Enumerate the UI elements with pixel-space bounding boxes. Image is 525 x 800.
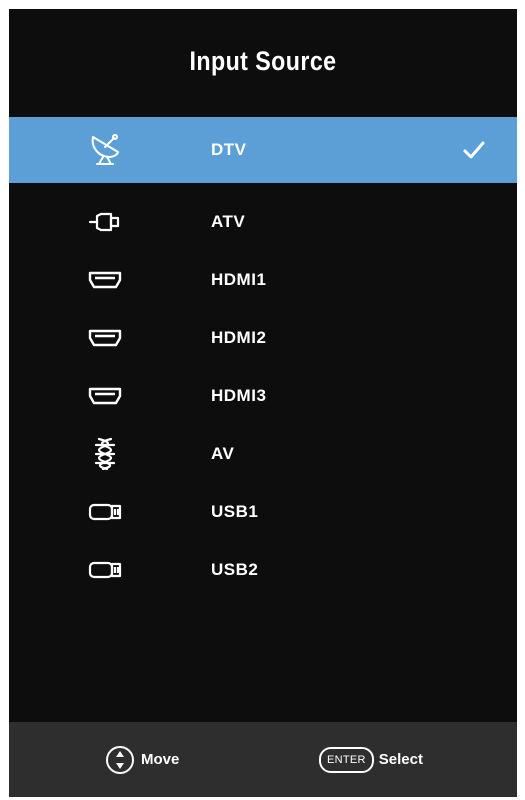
source-item-usb1[interactable]: USB1	[9, 483, 517, 541]
av-cable-icon	[87, 436, 123, 472]
source-item-dtv[interactable]: DTV	[9, 117, 517, 183]
source-item-atv[interactable]: ATV	[9, 193, 517, 251]
usb-icon	[87, 494, 123, 530]
input-source-menu: Input Source DTV ATV HDMI1 HDMI2 HDMI3 A…	[9, 9, 517, 797]
up-down-arrows-icon	[105, 745, 135, 775]
satellite-dish-icon	[87, 132, 123, 168]
hdmi-port-icon	[87, 378, 123, 414]
checkmark-icon	[461, 137, 487, 163]
source-label: HDMI1	[211, 270, 267, 289]
source-label: USB2	[211, 560, 259, 579]
source-item-av[interactable]: AV	[9, 425, 517, 483]
antenna-plug-icon	[87, 204, 123, 240]
footer-hint-bar: Move ENTER Select	[9, 722, 517, 797]
source-item-hdmi3[interactable]: HDMI3	[9, 367, 517, 425]
source-item-usb2[interactable]: USB2	[9, 541, 517, 599]
move-hint: Move	[105, 722, 179, 797]
usb-icon	[87, 552, 123, 588]
move-label: Move	[141, 751, 180, 768]
source-label: AV	[211, 444, 235, 463]
enter-key-icon: ENTER	[319, 746, 374, 773]
source-label: DTV	[211, 140, 247, 159]
source-label: ATV	[211, 212, 246, 231]
source-label: HDMI3	[211, 386, 267, 405]
source-label: USB1	[211, 502, 259, 521]
source-list: DTV ATV HDMI1 HDMI2 HDMI3 AV USB1 USB2	[9, 117, 517, 599]
hdmi-port-icon	[87, 320, 123, 356]
hdmi-port-icon	[87, 262, 123, 298]
source-item-hdmi2[interactable]: HDMI2	[9, 309, 517, 367]
select-hint: ENTER Select	[319, 722, 423, 797]
select-label: Select	[378, 751, 423, 768]
source-item-hdmi1[interactable]: HDMI1	[9, 251, 517, 309]
menu-title: Input Source	[189, 45, 337, 76]
source-label: HDMI2	[211, 328, 267, 347]
